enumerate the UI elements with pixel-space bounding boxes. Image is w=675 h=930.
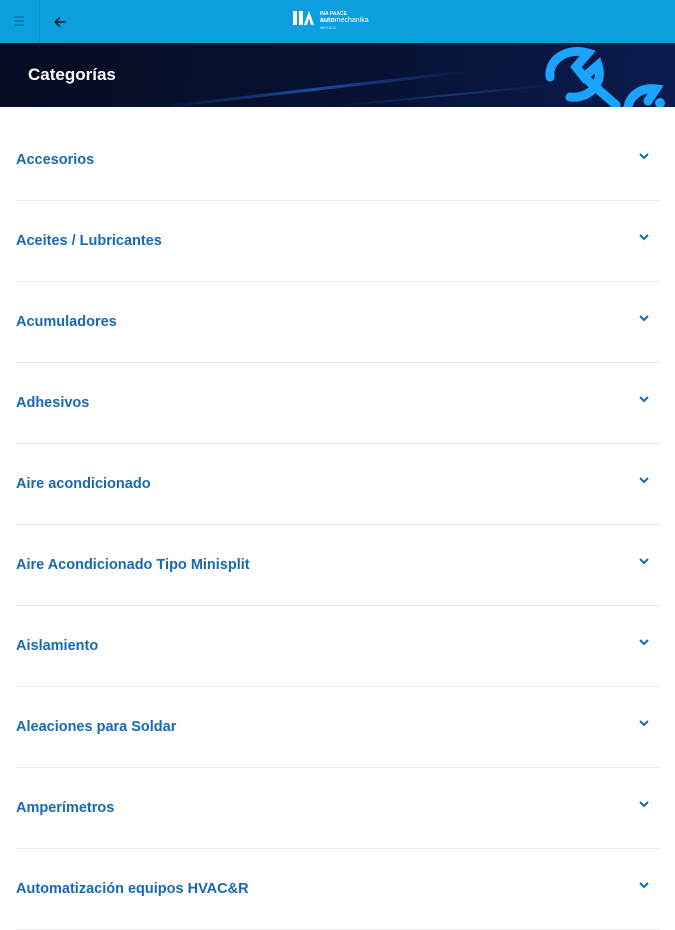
page-title: Categorías xyxy=(28,65,116,84)
top-app-bar: INA PAACE automechanika MEXICO xyxy=(0,0,675,43)
category-label: Automatización equipos HVAC&R xyxy=(16,881,249,897)
category-item-acumuladores[interactable]: Acumuladores xyxy=(16,282,660,363)
chevron-down-icon[interactable] xyxy=(638,150,650,162)
category-label: Acumuladores xyxy=(16,314,117,330)
page-banner: Categorías xyxy=(0,43,675,107)
chevron-down-icon[interactable] xyxy=(638,555,650,567)
menu-button[interactable] xyxy=(0,0,40,43)
wrench-icon xyxy=(545,47,665,107)
logo-text-country: MEXICO xyxy=(320,25,336,30)
chevron-down-icon[interactable] xyxy=(638,879,650,891)
logo-text-brand: automechanika xyxy=(320,17,369,24)
category-label: Aleaciones para Soldar xyxy=(16,719,177,735)
category-item-aleaciones-para-soldar[interactable]: Aleaciones para Soldar xyxy=(16,687,660,768)
category-label: Accesorios xyxy=(16,152,95,168)
category-label: Amperímetros xyxy=(16,800,115,816)
back-button[interactable] xyxy=(48,10,72,34)
category-item-amperimetros[interactable]: Amperímetros xyxy=(16,768,660,849)
category-label: Adhesivos xyxy=(16,395,90,411)
category-label: Aislamiento xyxy=(16,638,99,654)
category-item-automatizacion-hvacr[interactable]: Automatización equipos HVAC&R xyxy=(16,849,660,930)
chevron-down-icon[interactable] xyxy=(638,312,650,324)
category-item-aire-acondicionado-minisplit[interactable]: Aire Acondicionado Tipo Minisplit xyxy=(16,525,660,606)
category-item-accesorios[interactable]: Accesorios xyxy=(16,120,660,201)
logo-mark-icon xyxy=(293,11,314,25)
category-item-adhesivos[interactable]: Adhesivos xyxy=(16,363,660,444)
chevron-down-icon[interactable] xyxy=(638,231,650,243)
chevron-down-icon[interactable] xyxy=(638,717,650,729)
chevron-down-icon[interactable] xyxy=(638,798,650,810)
category-list: Accesorios Aceites / Lubricantes Acumula… xyxy=(16,120,660,930)
brand-logo: INA PAACE automechanika MEXICO xyxy=(293,10,385,32)
chevron-down-icon[interactable] xyxy=(638,393,650,405)
chevron-down-icon[interactable] xyxy=(638,474,650,486)
category-label: Aceites / Lubricantes xyxy=(16,233,162,249)
category-item-aire-acondicionado[interactable]: Aire acondicionado xyxy=(16,444,660,525)
chevron-down-icon[interactable] xyxy=(638,636,650,648)
category-label: Aire Acondicionado Tipo Minisplit xyxy=(16,557,250,573)
category-item-aceites-lubricantes[interactable]: Aceites / Lubricantes xyxy=(16,201,660,282)
category-label: Aire acondicionado xyxy=(16,476,151,492)
arrow-left-icon xyxy=(54,16,66,28)
category-item-aislamiento[interactable]: Aislamiento xyxy=(16,606,660,687)
